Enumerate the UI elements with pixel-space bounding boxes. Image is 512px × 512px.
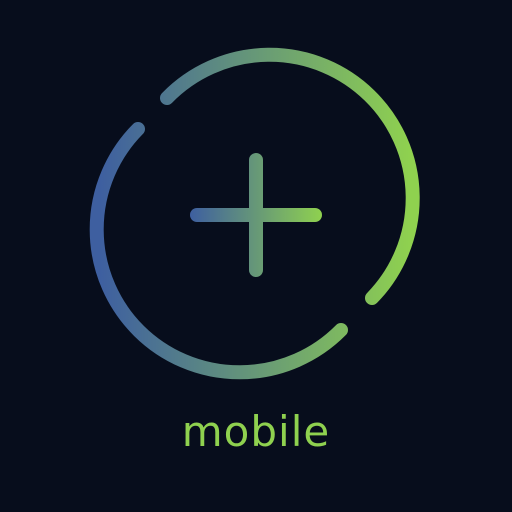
app-icon: mobile (0, 0, 512, 512)
wordmark-label: mobile (181, 407, 331, 456)
ring-lower-arc (89, 122, 348, 380)
ring-upper-arc (160, 47, 420, 305)
